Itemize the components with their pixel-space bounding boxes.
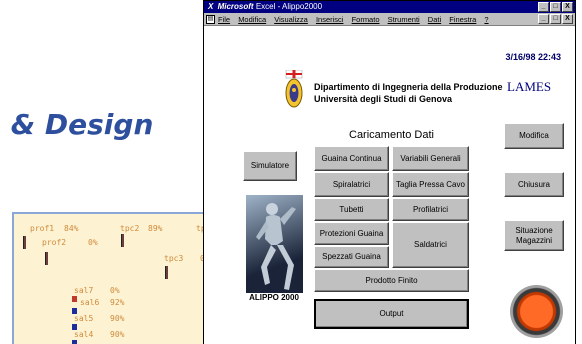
menu-formato[interactable]: Formato <box>352 15 380 24</box>
sal7-label: sal7 <box>74 286 94 295</box>
prof2-bar <box>45 252 48 265</box>
menu-visualizza[interactable]: Visualizza <box>274 15 308 24</box>
menu-file[interactable]: File <box>218 15 230 24</box>
university-logo-icon <box>285 70 303 108</box>
spiralatrici-button[interactable]: Spiralatrici <box>314 172 389 197</box>
production-monitor: prof1 84% tpc2 89% tp prof2 0% tpc3 0 sa… <box>12 212 208 344</box>
modifica-button[interactable]: Modifica <box>504 123 564 149</box>
tpc3-label: tpc3 <box>164 254 184 263</box>
excel-window: X Microsoft Excel - Alippo2000 _ □ X ▤ F… <box>203 0 576 344</box>
menu-inserisci[interactable]: Inserisci <box>316 15 344 24</box>
slide-title: e & Design <box>0 108 154 141</box>
prof1-label: prof1 <box>30 224 55 233</box>
variabili-generali-button[interactable]: Variabili Generali <box>392 146 469 171</box>
prof1-bar <box>23 236 26 249</box>
prof2-value: 0% <box>88 238 98 247</box>
tpc3-bar <box>165 266 168 279</box>
magazzini-label: Magazzini <box>515 235 552 245</box>
department-line: Dipartimento di Ingegneria della Produzi… <box>314 82 503 92</box>
doc-minimize-button[interactable]: _ <box>538 14 549 24</box>
menu-strumenti[interactable]: Strumenti <box>388 15 420 24</box>
tpc2-label: tpc2 <box>120 224 140 233</box>
window-titlebar[interactable]: X Microsoft Excel - Alippo2000 _ □ X <box>204 1 575 13</box>
sal5-label: sal5 <box>74 314 94 323</box>
title-app: Microsoft <box>217 2 254 11</box>
protezioni-guaina-button[interactable]: Protezioni Guaina <box>314 222 389 245</box>
lames-label: LAMES <box>507 79 552 94</box>
profilatrici-button[interactable]: Profilatrici <box>392 198 469 221</box>
sal3-indicator <box>72 340 77 344</box>
minimize-button[interactable]: _ <box>538 2 549 12</box>
taglia-pressa-cavo-button[interactable]: Taglia Pressa Cavo <box>392 172 469 197</box>
worksheet-form: 3/16/98 22:43 Dipartimento di Ingegneria… <box>204 27 575 344</box>
chiusura-button[interactable]: Chiusura <box>504 172 564 197</box>
workbook-icon[interactable]: ▤ <box>206 15 215 24</box>
stop-button[interactable] <box>510 285 563 338</box>
robot-figure-icon <box>256 203 296 290</box>
saldatrici-button[interactable]: Saldatrici <box>392 222 469 268</box>
menu-dati[interactable]: Dati <box>428 15 441 24</box>
situazione-magazzini-button[interactable]: Situazione Magazzini <box>504 220 564 251</box>
spezzati-guaina-button[interactable]: Spezzati Guaina <box>314 246 389 268</box>
window-title: Excel - Alippo2000 <box>255 2 323 11</box>
guaina-continua-button[interactable]: Guaina Continua <box>314 146 389 171</box>
sal6-indicator <box>72 296 77 302</box>
excel-icon: X <box>208 2 214 11</box>
tpc2-bar <box>121 234 124 247</box>
sal4-value: 90% <box>110 330 125 339</box>
menu-finestra[interactable]: Finestra <box>449 15 476 24</box>
simulatore-button[interactable]: Simulatore <box>243 151 297 181</box>
maximize-button[interactable]: □ <box>550 2 561 12</box>
tpc2-value: 89% <box>148 224 163 233</box>
doc-restore-button[interactable]: □ <box>550 14 561 24</box>
prof1-value: 84% <box>64 224 79 233</box>
photo-caption: ALIPPO 2000 <box>249 293 299 302</box>
prodotto-finito-button[interactable]: Prodotto Finito <box>314 269 469 292</box>
menu-modifica[interactable]: Modifica <box>238 15 266 24</box>
situazione-label: Situazione <box>515 225 553 235</box>
output-button[interactable]: Output <box>314 299 469 329</box>
panel-title: Caricamento Dati <box>349 129 434 141</box>
sal6-label: sal6 <box>80 298 100 307</box>
sal5-value: 90% <box>110 314 125 323</box>
department-name: Dipartimento di Ingegneria della Produzi… <box>314 81 503 105</box>
sal4-label: sal4 <box>74 330 94 339</box>
datetime: 3/16/98 22:43 <box>505 52 561 62</box>
sal7-value: 0% <box>110 286 120 295</box>
tubetti-button[interactable]: Tubetti <box>314 198 389 221</box>
menu-bar: ▤ File Modifica Visualizza Inserisci For… <box>204 13 575 26</box>
close-button[interactable]: X <box>562 2 573 12</box>
robot-image <box>246 195 303 293</box>
university-line: Università degli Studi di Genova <box>314 94 453 104</box>
menu-help[interactable]: ? <box>484 15 488 24</box>
sal6-value: 92% <box>110 298 125 307</box>
doc-close-button[interactable]: X <box>562 14 573 24</box>
prof2-label: prof2 <box>42 238 67 247</box>
